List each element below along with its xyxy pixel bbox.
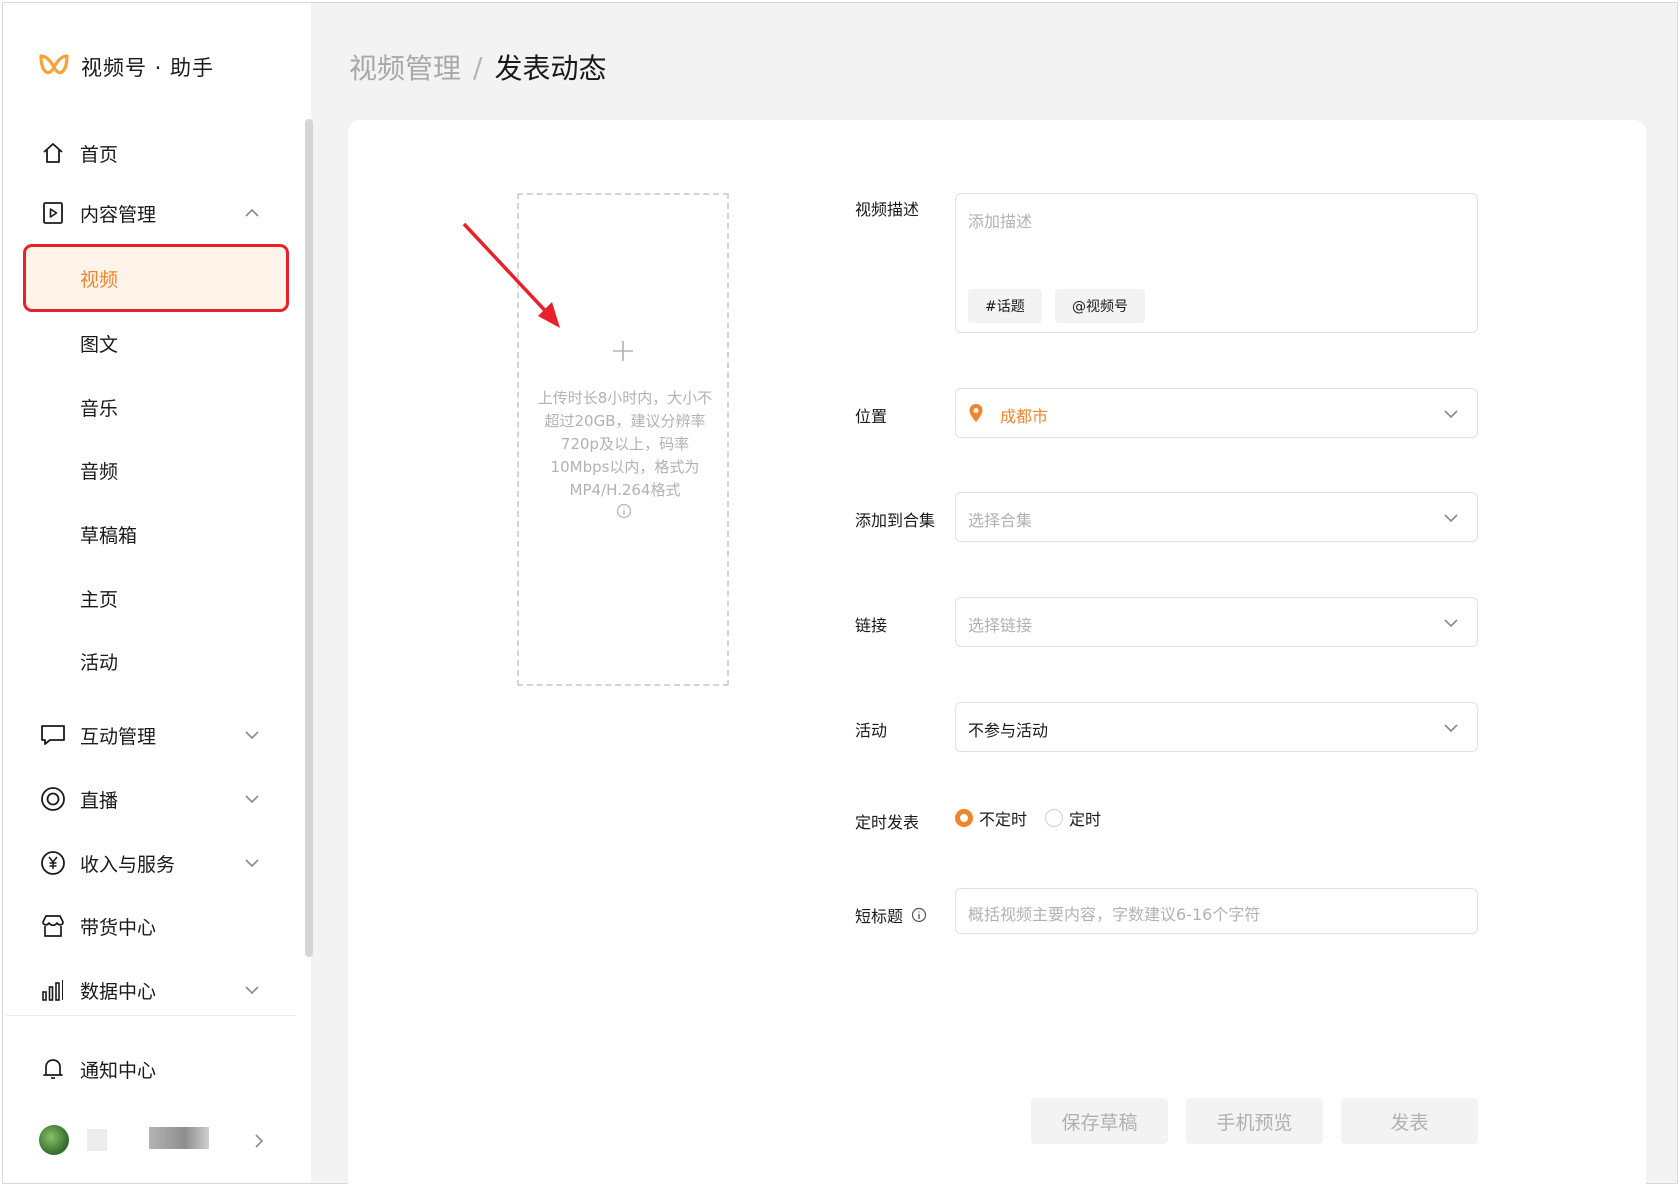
sidebar-item-label: 草稿箱 [80, 524, 138, 547]
chevron-down-icon [245, 731, 259, 740]
sidebar-divider [6, 1015, 296, 1016]
radio-not-scheduled-label[interactable]: 不定时 [979, 806, 1027, 830]
sidebar-item-label: 音乐 [80, 397, 119, 420]
nav-income[interactable]: 收入与服务 [3, 837, 293, 889]
sidebar-item-label: 图文 [80, 333, 119, 356]
link-label: 链接 [855, 616, 888, 635]
nav-live[interactable]: 直播 [3, 773, 293, 825]
chevron-down-icon [245, 986, 259, 995]
chevron-right-icon [255, 1134, 264, 1148]
nav-live-label: 直播 [80, 789, 119, 812]
description-placeholder: 添加描述 [968, 212, 1033, 231]
short-title-placeholder: 概括视频主要内容，字数建议6-16个字符 [968, 905, 1261, 924]
avatar [39, 1125, 69, 1155]
radio-scheduled-label[interactable]: 定时 [1069, 806, 1101, 830]
chevron-down-icon [245, 859, 259, 868]
account-id-redacted [149, 1127, 209, 1149]
schedule-radio-group: 不定时 定时 [955, 806, 1119, 830]
brand[interactable]: 视频号 · 助手 [37, 47, 214, 87]
description-field[interactable]: 添加描述 #话题 @视频号 [955, 193, 1478, 333]
user-profile-row[interactable] [3, 1115, 293, 1167]
sidebar-item-drafts[interactable]: 草稿箱 [3, 508, 293, 560]
sidebar: 视频号 · 助手 首页 内容管理 视频 图文 音乐 音频 草稿箱 主页 活动 互… [3, 3, 313, 1183]
location-select[interactable]: 成都市 [955, 388, 1478, 438]
short-title-label: 短标题 [855, 907, 904, 926]
page-title: 发表动态 [494, 52, 607, 85]
topic-tag-button[interactable]: #话题 [968, 289, 1042, 323]
collection-label: 添加到合集 [855, 511, 936, 530]
nav-home[interactable]: 首页 [3, 127, 293, 179]
upload-hint: 上传时长8小时内，大小不超过20GB，建议分辨率720p及以上，码率10Mbps… [537, 389, 713, 499]
location-label: 位置 [855, 407, 888, 426]
sidebar-item-image-text[interactable]: 图文 [3, 317, 293, 369]
info-icon[interactable] [911, 907, 927, 923]
plus-icon [613, 341, 633, 361]
nav-data[interactable]: 数据中心 [3, 964, 293, 1016]
chevron-down-icon [1444, 619, 1458, 628]
sidebar-item-label: 音频 [80, 460, 119, 483]
home-icon [40, 140, 66, 166]
chevron-up-icon [245, 208, 259, 217]
mention-tag-button[interactable]: @视频号 [1055, 289, 1145, 323]
link-select[interactable]: 选择链接 [955, 597, 1478, 647]
sidebar-item-label: 主页 [80, 588, 119, 611]
nav-shop-label: 带货中心 [80, 916, 157, 939]
sidebar-item-audio[interactable]: 音频 [3, 444, 293, 496]
nav-data-label: 数据中心 [80, 980, 157, 1003]
short-title-input[interactable]: 概括视频主要内容，字数建议6-16个字符 [955, 888, 1478, 934]
chevron-down-icon [245, 795, 259, 804]
sidebar-item-homepage[interactable]: 主页 [3, 572, 293, 624]
breadcrumb-separator: / [473, 50, 483, 84]
activity-value: 不参与活动 [968, 721, 1049, 740]
info-icon[interactable] [616, 503, 632, 519]
nav-income-label: 收入与服务 [80, 853, 176, 876]
mobile-preview-button[interactable]: 手机预览 [1186, 1098, 1323, 1144]
sidebar-item-label: 视频 [80, 268, 119, 291]
short-title-label-row: 短标题 [855, 903, 927, 927]
sidebar-item-label: 活动 [80, 651, 119, 674]
radio-not-scheduled[interactable] [955, 809, 973, 827]
activity-label: 活动 [855, 721, 888, 740]
sidebar-item-video[interactable]: 视频 [23, 244, 289, 312]
schedule-label: 定时发表 [855, 813, 920, 832]
chevron-down-icon [1444, 724, 1458, 733]
brand-title: 视频号 · 助手 [81, 56, 215, 80]
link-placeholder: 选择链接 [968, 616, 1033, 635]
nav-content-label: 内容管理 [80, 203, 157, 226]
bar-chart-icon [40, 977, 66, 1003]
comment-icon [40, 722, 66, 748]
nav-content-management[interactable]: 内容管理 [3, 187, 293, 239]
radio-scheduled[interactable] [1045, 809, 1064, 827]
breadcrumb: 视频管理 / 发表动态 [349, 47, 606, 87]
breadcrumb-parent[interactable]: 视频管理 [349, 47, 461, 87]
sidebar-item-activity[interactable]: 活动 [3, 635, 293, 687]
nav-notifications-label: 通知中心 [80, 1059, 157, 1082]
nav-notifications[interactable]: 通知中心 [3, 1043, 293, 1095]
save-draft-button[interactable]: 保存草稿 [1031, 1098, 1168, 1144]
username-redacted [87, 1129, 107, 1151]
live-circle-icon [40, 786, 66, 812]
location-value: 成都市 [1000, 407, 1049, 426]
publish-button[interactable]: 发表 [1341, 1098, 1478, 1144]
sidebar-item-music[interactable]: 音乐 [3, 381, 293, 433]
collection-placeholder: 选择合集 [968, 511, 1033, 530]
annotation-arrow-icon [462, 222, 560, 328]
nav-shop[interactable]: 带货中心 [3, 900, 293, 952]
sidebar-scrollbar[interactable] [305, 119, 313, 957]
activity-select[interactable]: 不参与活动 [955, 702, 1478, 752]
content-play-icon [40, 200, 66, 226]
chevron-down-icon [1444, 514, 1458, 523]
description-label: 视频描述 [855, 200, 920, 219]
yuan-icon [40, 850, 66, 876]
location-pin-icon [969, 404, 983, 422]
nav-home-label: 首页 [80, 143, 119, 166]
shop-icon [40, 913, 66, 939]
nav-interaction[interactable]: 互动管理 [3, 709, 293, 761]
channels-logo-icon [39, 54, 69, 75]
collection-select[interactable]: 选择合集 [955, 492, 1478, 542]
bell-icon [40, 1056, 66, 1082]
chevron-down-icon [1444, 410, 1458, 419]
nav-interaction-label: 互动管理 [80, 725, 157, 748]
